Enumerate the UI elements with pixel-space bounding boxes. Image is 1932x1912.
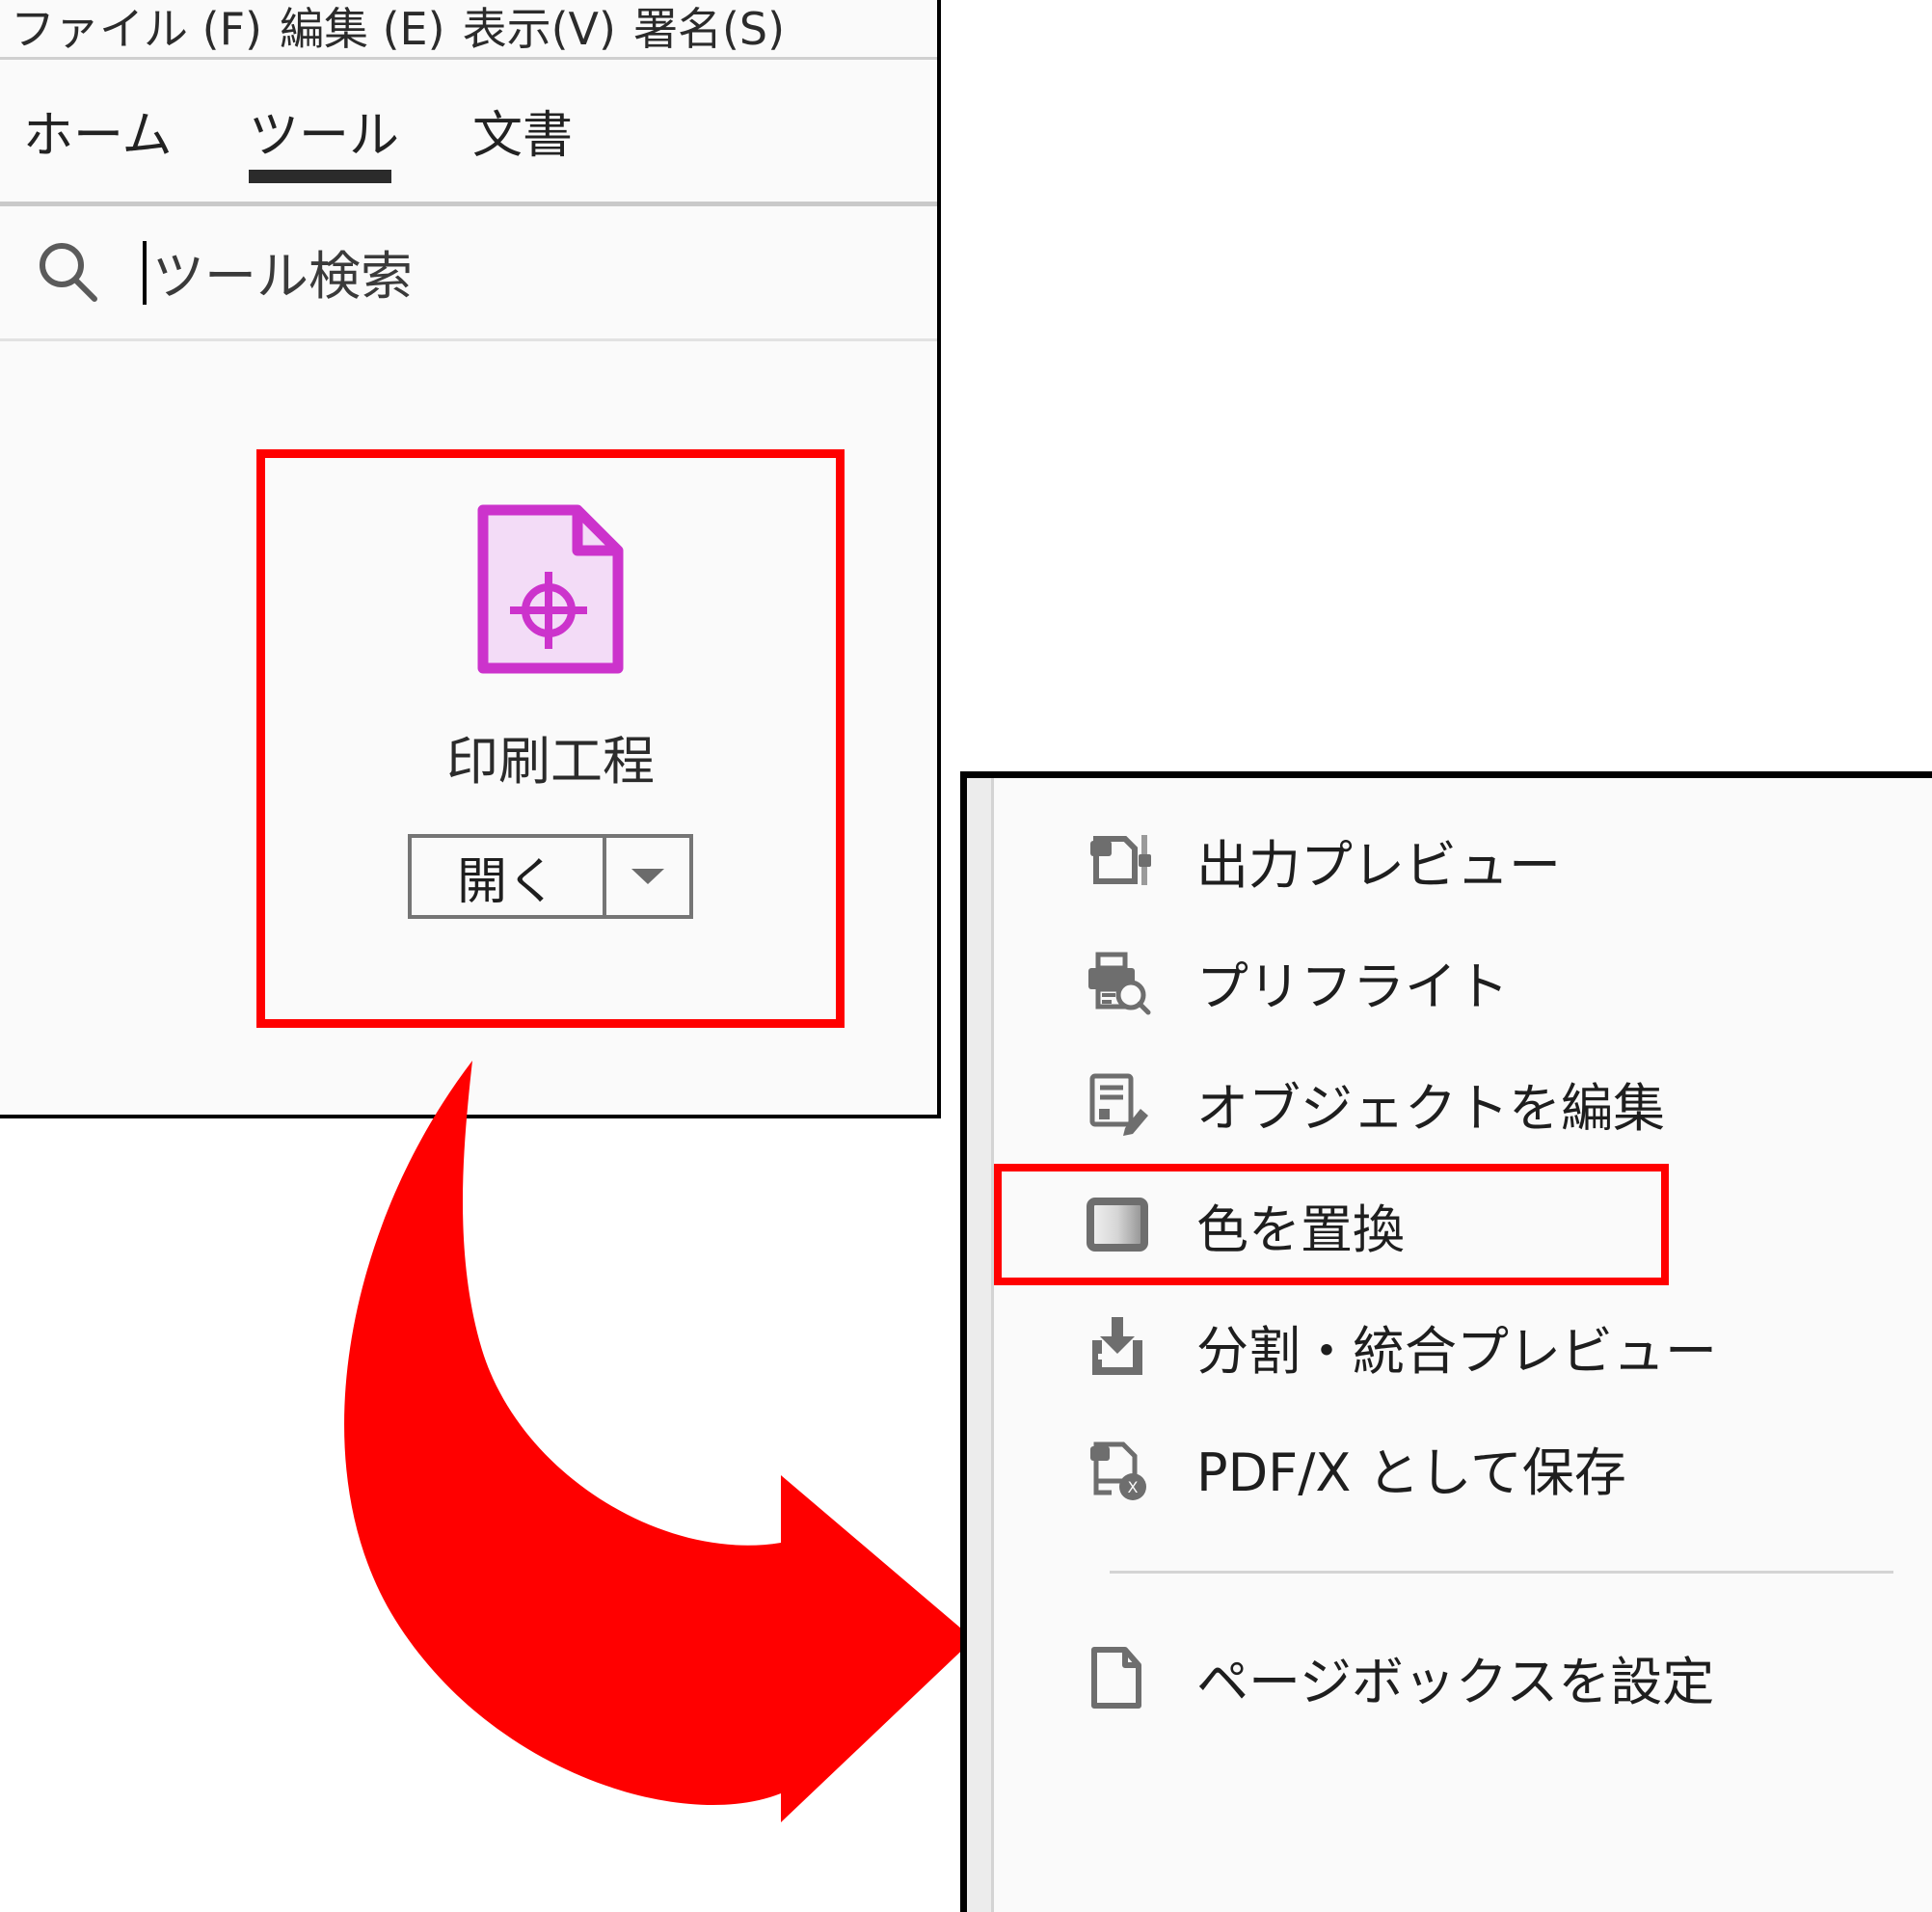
print-production-document-icon <box>477 504 624 674</box>
active-tab-indicator <box>249 170 391 183</box>
svg-text:X: X <box>1128 1478 1139 1496</box>
menu-item-label: オブジェクトを編集 <box>1196 1077 1665 1139</box>
open-button-group: 開く <box>408 834 693 919</box>
menu-item-label: プリフライト <box>1196 956 1509 1017</box>
menu-bar: ファイル (F) 編集 (E) 表示(V) 署名(S) <box>0 0 937 60</box>
edit-menu[interactable]: 編集 (E) <box>271 7 454 51</box>
page-box-icon <box>1083 1642 1152 1711</box>
tools-panel-window: ファイル (F) 編集 (E) 表示(V) 署名(S) ホーム ツール 文書 ツ… <box>0 0 941 1118</box>
menu-item-label: ページボックスを設定 <box>1196 1651 1715 1712</box>
menu-item-preflight[interactable]: プリフライト <box>994 921 1932 1042</box>
document-pencil-icon <box>1083 1068 1152 1138</box>
search-icon <box>40 243 97 302</box>
open-button[interactable]: 開く <box>408 834 606 919</box>
color-swatch-icon <box>1083 1190 1152 1259</box>
tool-search-row[interactable]: ツール検索 <box>0 206 937 341</box>
view-menu[interactable]: 表示(V) <box>454 7 625 51</box>
pdfx-save-icon: X <box>1083 1433 1152 1502</box>
red-curved-arrow <box>344 1061 974 1822</box>
flatten-arrow-icon <box>1083 1311 1152 1381</box>
print-production-tool-card[interactable]: 印刷工程 開く <box>256 449 845 1028</box>
text-cursor <box>143 241 147 305</box>
chevron-down-icon <box>631 869 664 884</box>
menu-divider <box>1110 1571 1893 1574</box>
search-input[interactable]: ツール検索 <box>152 233 413 310</box>
tab-strip: ホーム ツール 文書 <box>0 60 937 206</box>
menu-items-list: 出力プレビュー プリフライト オブジェクトを編集 色を置換 分割・統合プレビュー… <box>994 778 1932 1912</box>
tool-card-label: 印刷工程 <box>446 731 655 792</box>
document-slider-icon <box>1083 825 1152 895</box>
menu-left-rail <box>967 778 994 1912</box>
menu-item-replace-color[interactable]: 色を置換 <box>994 1164 1669 1285</box>
open-dropdown-button[interactable] <box>606 834 693 919</box>
menu-item-set-page-boxes[interactable]: ページボックスを設定 <box>994 1616 1932 1737</box>
menu-item-save-as-pdfx[interactable]: X PDF/X として保存 <box>994 1407 1932 1528</box>
menu-item-output-preview[interactable]: 出力プレビュー <box>994 799 1932 921</box>
menu-item-label: 分割・統合プレビュー <box>1196 1320 1717 1382</box>
file-menu[interactable]: ファイル (F) <box>2 7 271 51</box>
menu-item-edit-object[interactable]: オブジェクトを編集 <box>994 1042 1932 1164</box>
print-production-flyout-menu: 出力プレビュー プリフライト オブジェクトを編集 色を置換 分割・統合プレビュー… <box>960 771 1932 1912</box>
sign-menu[interactable]: 署名(S) <box>625 7 793 51</box>
menu-item-label: 出力プレビュー <box>1196 834 1561 896</box>
menu-item-label: 色を置換 <box>1196 1198 1405 1260</box>
printer-magnifier-icon <box>1083 947 1152 1016</box>
tab-tools[interactable]: ツール <box>249 94 399 167</box>
tab-documents[interactable]: 文書 <box>472 94 573 167</box>
menu-item-label: PDF/X として保存 <box>1196 1441 1626 1503</box>
tab-home[interactable]: ホーム <box>23 94 172 167</box>
menu-item-flattener-preview[interactable]: 分割・統合プレビュー <box>994 1285 1932 1407</box>
